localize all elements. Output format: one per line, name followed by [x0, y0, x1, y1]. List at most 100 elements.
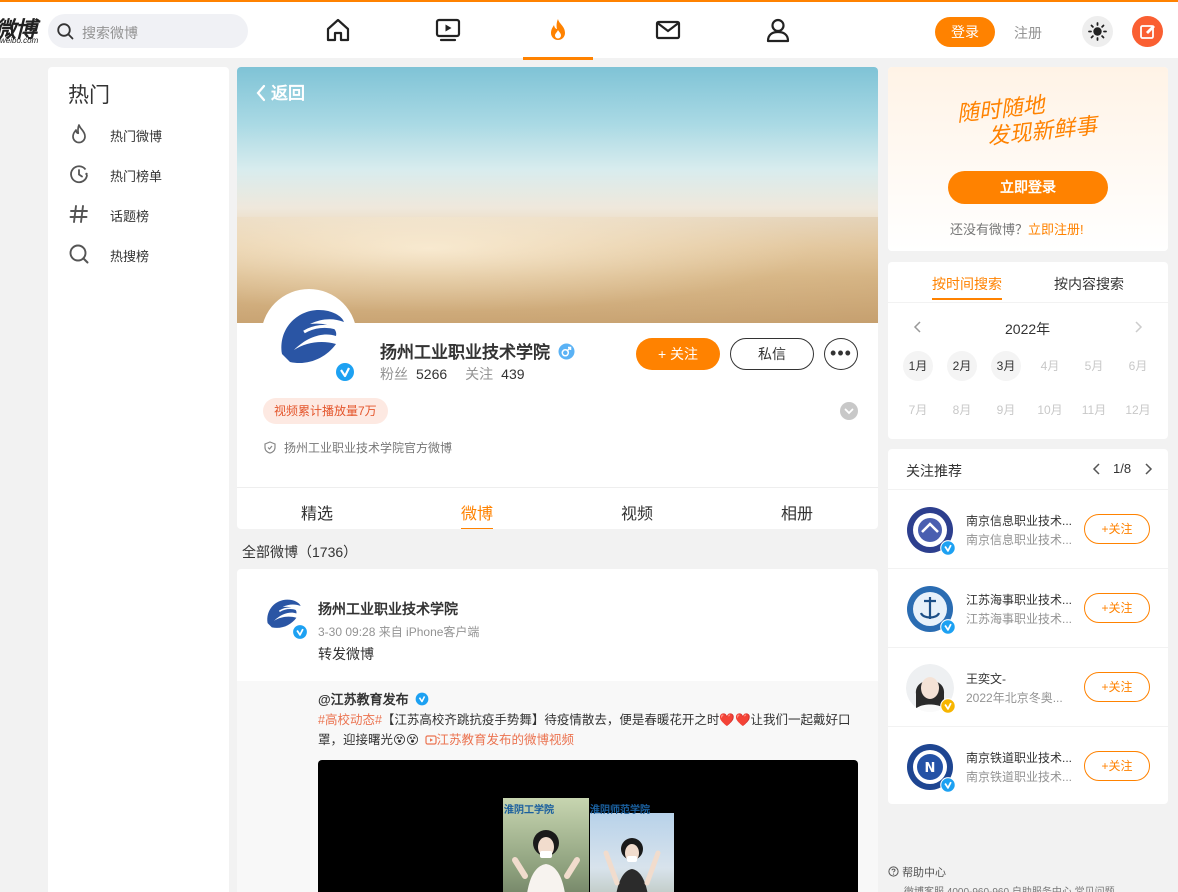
recommend-item[interactable]: 江苏海事职业技术... 江苏海事职业技术... +关注	[888, 568, 1168, 647]
search-box[interactable]: 搜索微博	[48, 14, 248, 48]
expand-button[interactable]	[840, 402, 858, 420]
chevron-left-icon[interactable]	[1091, 462, 1103, 476]
nav-active-indicator	[523, 57, 593, 60]
side-panel-title: 热门	[68, 84, 110, 107]
month-2[interactable]: 2月	[947, 351, 977, 381]
side-item-hot-search[interactable]: 热搜榜	[68, 239, 218, 269]
search-tab-indicator	[932, 298, 1002, 300]
video-caption-left: 淮阴工学院	[504, 805, 554, 816]
back-label[interactable]: 返回	[271, 84, 305, 103]
chevron-right-icon[interactable]	[1132, 320, 1144, 334]
help-center-label[interactable]: 帮助中心	[902, 867, 946, 879]
repost-author-name[interactable]: @江苏教育发布	[318, 692, 409, 707]
profile-name: 扬州工业职业技术学院	[380, 338, 575, 363]
no-account-label: 还没有微博？	[950, 222, 1029, 237]
recommend-title: 关注推荐	[906, 463, 962, 479]
follow-recommend-card: 关注推荐 1/8 南京信息职业技术... 南京信息职业技术... +关注 江苏海…	[888, 449, 1168, 804]
following-label[interactable]: 关注	[465, 366, 493, 382]
chevron-down-icon	[844, 408, 854, 415]
verified-icon	[336, 363, 354, 381]
fans-count[interactable]: 5266	[416, 366, 447, 382]
theme-toggle-button[interactable]	[1082, 16, 1113, 47]
recommend-follow-button[interactable]: +关注	[1084, 751, 1150, 781]
recommend-name[interactable]: 南京信息职业技术...	[966, 512, 1076, 529]
side-item-hot-list[interactable]: 热门榜单	[68, 159, 218, 189]
month-12: 12月	[1125, 403, 1151, 417]
register-now-link[interactable]: 立即注册!	[1028, 222, 1084, 237]
video-link-icon	[424, 735, 437, 745]
hot-side-panel: 热门 热门微博 热门榜单 话题榜 热搜榜	[48, 67, 229, 892]
login-button[interactable]: 登录	[935, 17, 995, 47]
chevron-left-icon[interactable]	[912, 320, 924, 334]
fans-label[interactable]: 粉丝	[380, 366, 408, 382]
tab-album[interactable]: 相册	[757, 500, 837, 524]
side-item-topics[interactable]: 话题榜	[68, 199, 218, 229]
register-link[interactable]: 注册	[1014, 23, 1042, 43]
message-icon[interactable]	[654, 16, 682, 44]
more-options-button[interactable]: •••	[824, 338, 858, 370]
follow-button[interactable]: + 关注	[636, 338, 720, 370]
no-account-text: 还没有微博？立即注册!	[950, 219, 1084, 238]
side-item-label: 热搜榜	[110, 249, 150, 264]
repost-author[interactable]: @江苏教育发布	[318, 689, 429, 708]
all-weibo-count: 全部微博（1736）	[242, 544, 358, 560]
profile-icon[interactable]	[764, 16, 792, 44]
chevron-right-icon[interactable]	[1142, 462, 1154, 476]
side-item-hot-weibo[interactable]: 热门微博	[68, 119, 218, 149]
recommend-name[interactable]: 南京铁道职业技术...	[966, 749, 1076, 766]
recommend-desc: 南京铁道职业技术...	[966, 770, 1073, 784]
male-icon	[558, 343, 575, 360]
clock-icon	[70, 165, 88, 184]
video-player[interactable]: 淮阴工学院 淮阴师范学院	[318, 760, 858, 892]
video-icon[interactable]	[434, 16, 462, 44]
recommend-item[interactable]: N 南京铁道职业技术... 南京铁道职业技术... +关注	[888, 726, 1168, 805]
video-caption-right: 淮阴师范学院	[590, 805, 650, 816]
tab-search-by-time[interactable]: 按时间搜索	[932, 274, 1002, 294]
recommend-item[interactable]: 王奕文- 2022年北京冬奥... +关注	[888, 647, 1168, 726]
search-by-time-card: 按时间搜索 按内容搜索 2022年 1月 2月 3月 4月 5月 6月 7月 8月 9月 10月 1…	[888, 262, 1168, 439]
month-11: 11月	[1081, 403, 1107, 417]
recommend-follow-button[interactable]: +关注	[1084, 593, 1150, 623]
recommend-follow-button[interactable]: +关注	[1084, 514, 1150, 544]
message-button[interactable]: 私信	[730, 338, 814, 370]
tab-search-by-content[interactable]: 按内容搜索	[1054, 274, 1124, 294]
recommend-name[interactable]: 王奕文-	[966, 670, 1076, 687]
recommend-follow-button[interactable]: +关注	[1084, 672, 1150, 702]
home-icon[interactable]	[324, 16, 352, 44]
compose-button[interactable]	[1132, 16, 1163, 47]
person-figure	[603, 838, 661, 892]
profile-stats: 粉丝 5266 关注 439	[380, 364, 543, 384]
weibo-logo-sub: weibo.com	[0, 36, 39, 45]
recommend-desc: 2022年北京冬奥...	[966, 691, 1063, 705]
recommend-item[interactable]: 南京信息职业技术... 南京信息职业技术... +关注	[888, 489, 1168, 568]
sun-icon	[1088, 22, 1107, 41]
tab-featured[interactable]: 精选	[277, 500, 357, 524]
help-center-link[interactable]: 帮助中心	[888, 864, 946, 880]
tab-video[interactable]: 视频	[597, 500, 677, 524]
verified-icon	[940, 619, 956, 635]
recommend-desc: 江苏海事职业技术...	[966, 612, 1073, 626]
month-3[interactable]: 3月	[991, 351, 1021, 381]
tab-weibo[interactable]: 微博	[437, 500, 517, 524]
post-meta[interactable]: 3-30 09:28 来自 iPhone客户端	[318, 623, 479, 640]
video-link[interactable]: 江苏教育发布的微博视频	[437, 733, 575, 747]
footer-links[interactable]: 微博客服 4000-960-960 自助服务中心 常见问题	[904, 883, 1115, 892]
post-author[interactable]: 扬州工业职业技术学院	[318, 599, 458, 619]
tab-active-indicator	[461, 528, 493, 529]
hashtag-link[interactable]: #高校动态#	[318, 713, 382, 727]
month-8: 8月	[952, 403, 972, 417]
help-icon	[888, 866, 899, 877]
back-button[interactable]: 返回	[255, 79, 305, 104]
search-placeholder[interactable]: 搜索微博	[82, 23, 138, 43]
profile-name-text: 扬州工业职业技术学院	[380, 343, 550, 362]
profile-description: 扬州工业职业技术学院官方微博	[264, 439, 452, 456]
hashtag-icon	[69, 205, 88, 223]
quick-login-button[interactable]: 立即登录	[948, 171, 1108, 204]
month-1[interactable]: 1月	[903, 351, 933, 381]
following-count[interactable]: 439	[501, 366, 524, 382]
reposted-content[interactable]: @江苏教育发布 #高校动态#【江苏高校齐跳抗疫手势舞】待疫情散去，便是春暖花开之…	[237, 681, 878, 892]
repost-text: #高校动态#【江苏高校齐跳抗疫手势舞】待疫情散去，便是春暖花开之时❤️❤️让我们…	[318, 710, 858, 750]
verified-icon	[415, 692, 429, 706]
hot-fire-icon[interactable]	[544, 16, 572, 44]
recommend-name[interactable]: 江苏海事职业技术...	[966, 591, 1076, 608]
